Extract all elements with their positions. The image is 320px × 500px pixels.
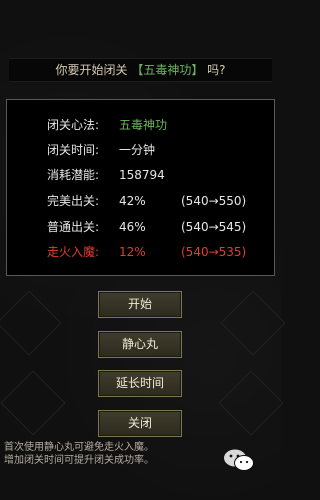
row-label: 完美出关:: [47, 194, 100, 208]
question-suffix: 吗?: [207, 63, 226, 77]
footer-tips: 首次使用静心丸可避免走火入魔。 增加闭关时间可提升闭关成功率。: [4, 441, 234, 467]
footer-tip-line: 增加闭关时间可提升闭关成功率。: [4, 455, 154, 466]
question-prefix: 你要开始闭关: [55, 63, 128, 77]
row-label: 普通出关:: [47, 220, 100, 234]
row-value: 五毒神功: [119, 118, 168, 132]
row-label: 走火入魔:: [47, 245, 100, 259]
calm-pill-button[interactable]: 静心丸: [98, 331, 182, 358]
wechat-icon[interactable]: [222, 448, 256, 472]
close-button[interactable]: 关闭: [98, 410, 182, 437]
row-label: 消耗潜能:: [47, 168, 100, 182]
row-value: 158794: [119, 168, 165, 182]
footer-tip-line: 首次使用静心丸可避免走火入魔。: [4, 442, 154, 453]
row-value: 一分钟: [119, 143, 156, 157]
row-range: (540→545): [181, 220, 247, 234]
extend-time-button[interactable]: 延长时间: [98, 370, 182, 397]
row-label: 闭关时间:: [47, 143, 100, 157]
row-range: (540→550): [181, 194, 247, 208]
row-range: (540→535): [181, 245, 247, 259]
row-value: 12%: [119, 245, 146, 259]
row-label: 闭关心法:: [47, 118, 100, 132]
row-value: 42%: [119, 194, 146, 208]
row-value: 46%: [119, 220, 146, 234]
retreat-info-panel: 闭关心法: 五毒神功 闭关时间: 一分钟 消耗潜能: 158794 完美出关: …: [6, 99, 275, 276]
confirm-question: 你要开始闭关 【五毒神功】 吗?: [9, 58, 272, 82]
question-skill: 【五毒神功】: [131, 63, 204, 77]
start-button[interactable]: 开始: [98, 291, 182, 318]
